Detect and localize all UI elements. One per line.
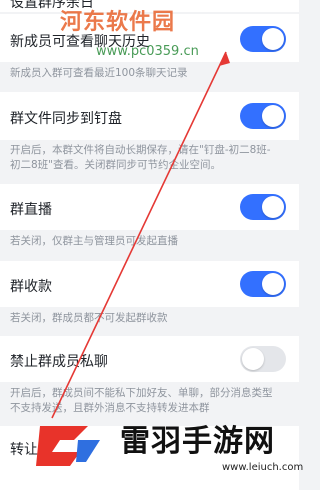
view-history-description: 新成员入群可查看最近100条聊天记录 [10, 67, 188, 79]
toggle-knob [262, 105, 284, 127]
live-toggle[interactable] [240, 194, 286, 220]
watermark-site-url: www.pc0359.cn [96, 44, 199, 59]
brand-name: 雷羽手游网 [120, 424, 275, 459]
settings-row-file-sync[interactable]: 群文件同步到钉盘 [0, 92, 299, 140]
settings-row-label: 群文件同步到钉盘 [10, 111, 122, 127]
toggle-knob [262, 196, 284, 218]
brand-logo-icon [36, 426, 100, 466]
live-description: 若关闭，仅群主与管理员可发起直播 [10, 235, 178, 247]
toggle-knob [262, 28, 284, 50]
payment-toggle[interactable] [240, 271, 286, 297]
toggle-knob [262, 273, 284, 295]
settings-row-label: 群收款 [10, 279, 52, 295]
file-sync-toggle[interactable] [240, 103, 286, 129]
payment-description: 若关闭，群成员都不可发起群收款 [10, 312, 168, 324]
settings-row-payment[interactable]: 群收款 [0, 261, 299, 307]
file-sync-description: 开启后，本群文件将自动长期保存，请在"钉盘-初二8班-初二8班"查看。关闭群同步… [10, 144, 271, 171]
watermark-site-name: 河东软件园 [60, 10, 176, 35]
private-chat-toggle[interactable] [240, 346, 286, 372]
settings-row-live[interactable]: 群直播 [0, 184, 299, 230]
brand-url: www.leiuch.com [222, 462, 304, 473]
settings-row-label: 禁止群成员私聊 [10, 354, 108, 370]
settings-row-label: 群直播 [10, 202, 52, 218]
toggle-knob [242, 348, 264, 370]
view-history-toggle[interactable] [240, 26, 286, 52]
settings-row-private-chat[interactable]: 禁止群成员私聊 [0, 336, 299, 382]
brand-watermark: 雷羽手游网 www.leiuch.com [10, 404, 303, 490]
